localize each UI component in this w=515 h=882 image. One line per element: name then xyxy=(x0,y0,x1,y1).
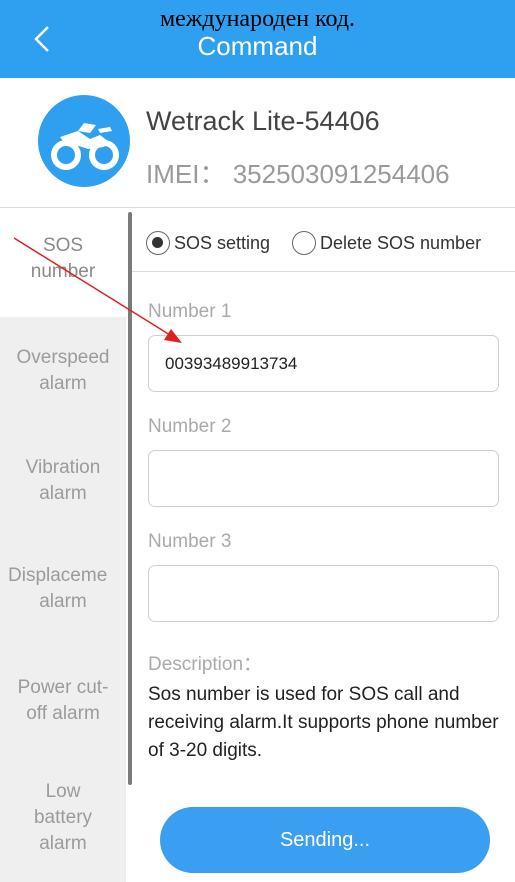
sidebar-item-label: alarm xyxy=(39,591,87,612)
divider xyxy=(132,271,515,272)
number-3-field[interactable] xyxy=(148,565,499,622)
sidebar-item-overspeed-alarm[interactable]: Overspeed alarm xyxy=(0,317,126,427)
avatar xyxy=(38,95,130,187)
sidebar-item-vibration-alarm[interactable]: Vibration alarm xyxy=(0,427,126,537)
description-label: Description： xyxy=(148,654,263,675)
sidebar-item-label: Vibration xyxy=(25,457,101,478)
motorcycle-icon xyxy=(51,123,119,170)
imei-row: IMEI： 352503091254406 xyxy=(146,154,450,191)
number-2-label: Number 2 xyxy=(148,416,232,437)
sos-setting-radio[interactable] xyxy=(146,231,170,255)
radio-group: SOS setting Delete SOS number xyxy=(146,229,515,257)
delete-sos-number-radio[interactable] xyxy=(292,231,316,255)
imei-label: IMEI： xyxy=(146,159,226,189)
sidebar-item-label: Power cut- xyxy=(17,677,109,698)
page-title: Command xyxy=(197,31,318,61)
imei-value: 352503091254406 xyxy=(232,159,450,189)
sidebar-item-label: Displaceme xyxy=(8,565,108,586)
description-text: Sos number is used for SOS call and rece… xyxy=(148,684,499,761)
number-3-label: Number 3 xyxy=(148,531,232,552)
sos-setting-label[interactable]: SOS setting xyxy=(174,233,270,254)
device-name: Wetrack Lite-54406 xyxy=(146,106,380,136)
header-bar: Command международен код. xyxy=(0,0,515,78)
sidebar-item-power-cut-off-alarm[interactable]: Power cut- off alarm xyxy=(0,647,126,759)
main-panel: SOS setting Delete SOS number Number 1 0… xyxy=(132,209,515,882)
sidebar-item-label: alarm xyxy=(39,373,87,394)
number-1-field[interactable]: 00393489913734 xyxy=(148,335,499,392)
sidebar-item-label: number xyxy=(30,261,96,282)
number-1-label: Number 1 xyxy=(148,301,232,322)
sidebar-item-label: battery xyxy=(33,807,93,828)
sidebar-item-label: alarm xyxy=(39,833,87,854)
number-2-field[interactable] xyxy=(148,450,499,507)
sidebar-item-label: Overspeed xyxy=(16,347,110,368)
sidebar-item-low-battery-alarm[interactable]: Low battery alarm xyxy=(0,759,126,882)
sidebar: SOS number Overspeed alarm Vibration ala… xyxy=(0,209,126,882)
send-button[interactable]: Sending... xyxy=(160,807,490,873)
device-info: Wetrack Lite-54406 IMEI： 352503091254406 xyxy=(0,78,515,208)
sidebar-item-label: SOS xyxy=(42,235,84,256)
sidebar-item-label: Low xyxy=(45,781,81,802)
annotation-text: международен код. xyxy=(159,6,356,32)
sidebar-item-label: alarm xyxy=(39,483,87,504)
sidebar-item-displacement-alarm[interactable]: Displaceme alarm xyxy=(0,537,126,647)
sidebar-item-label: off alarm xyxy=(26,703,100,724)
sidebar-item-sos-number[interactable]: SOS number xyxy=(0,209,126,317)
delete-sos-number-label[interactable]: Delete SOS number xyxy=(320,233,481,254)
